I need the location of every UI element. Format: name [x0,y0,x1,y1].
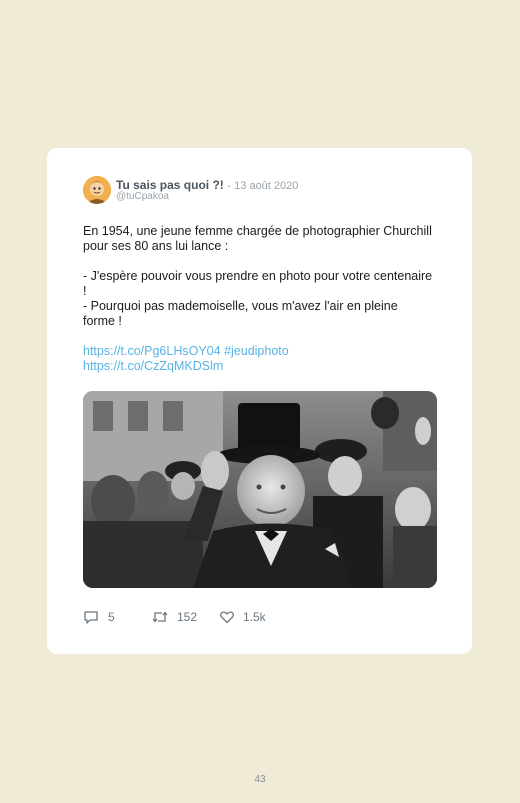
tweet-link[interactable]: https://t.co/Pg6LHsOY04 [83,344,221,358]
tweet-link[interactable]: https://t.co/CzZqMKDSlm [83,359,223,373]
hashtag-link[interactable]: #jeudiphoto [224,344,289,358]
tweet-date[interactable]: 13 août 2020 [234,180,298,192]
like-action[interactable]: 1.5k [219,609,266,625]
tweet-actions: 5 152 1.5k [83,609,266,625]
tweet-text: En 1954, une jeune femme chargée de phot… [83,224,433,374]
retweet-action[interactable]: 152 [151,609,219,625]
churchill-photo [83,391,437,588]
tweet-header: Tu sais pas quoi ?! - 13 août 2020 [116,178,298,192]
author-name[interactable]: Tu sais pas quoi ?! [116,178,224,192]
avatar-illustration [83,176,111,204]
tweet-card: Tu sais pas quoi ?! - 13 août 2020 @tuCp… [47,148,472,654]
tweet-text-line: - Pourquoi pas mademoiselle, vous m'avez… [83,299,398,328]
tweet-photo[interactable] [83,391,437,588]
like-count: 1.5k [243,610,266,624]
page-number: 43 [254,774,266,785]
retweet-icon [152,611,168,623]
header-separator: - [227,180,231,192]
tweet-text-line: - J'espère pouvoir vous prendre en photo… [83,269,433,298]
tweet-text-line: En 1954, une jeune femme chargée de phot… [83,224,432,253]
heart-icon [220,611,234,624]
retweet-count: 152 [177,610,198,624]
avatar[interactable] [83,176,111,204]
reply-count: 5 [108,610,115,624]
reply-action[interactable]: 5 [83,609,151,625]
comment-bubble-icon [84,611,98,624]
author-handle[interactable]: @tuCpakoa [116,191,169,202]
